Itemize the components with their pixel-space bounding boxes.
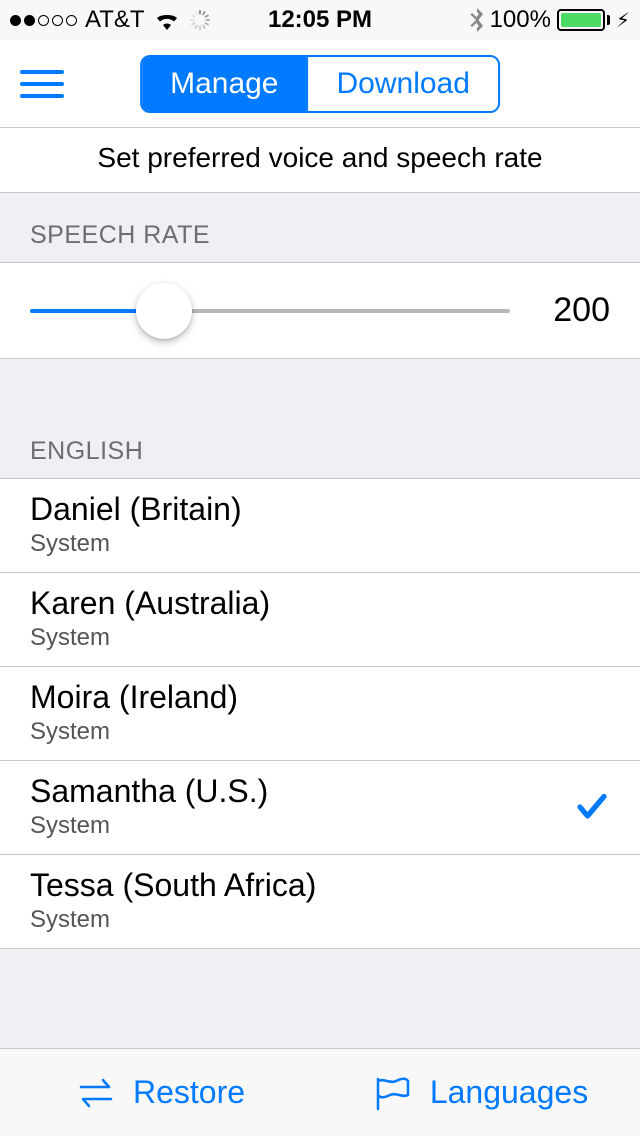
bluetooth-icon	[470, 8, 484, 32]
languages-label: Languages	[430, 1074, 588, 1111]
voice-name: Karen (Australia)	[30, 585, 270, 622]
restore-label: Restore	[133, 1074, 245, 1111]
voice-name: Daniel (Britain)	[30, 491, 242, 528]
signal-strength-icon	[10, 15, 77, 26]
voice-sublabel: System	[30, 906, 316, 934]
voice-sublabel: System	[30, 812, 268, 840]
voice-row-daniel[interactable]: Daniel (Britain) System	[0, 479, 640, 573]
status-left: AT&T	[10, 6, 211, 34]
voice-name: Moira (Ireland)	[30, 679, 238, 716]
battery-icon	[557, 9, 610, 31]
top-bar: Manage Download	[0, 40, 640, 128]
speech-rate-slider[interactable]	[30, 309, 510, 313]
voice-row-karen[interactable]: Karen (Australia) System	[0, 573, 640, 667]
clock: 12:05 PM	[268, 6, 372, 34]
restore-button[interactable]: Restore	[0, 1049, 320, 1136]
menu-button[interactable]	[20, 70, 64, 98]
voice-row-samantha[interactable]: Samantha (U.S.) System	[0, 761, 640, 855]
voice-row-moira[interactable]: Moira (Ireland) System	[0, 667, 640, 761]
bottom-toolbar: Restore Languages	[0, 1048, 640, 1136]
segmented-control: Manage Download	[140, 55, 500, 113]
page-subtitle: Set preferred voice and speech rate	[0, 128, 640, 193]
tab-manage[interactable]: Manage	[142, 57, 306, 111]
charging-icon: ⚡︎	[616, 8, 630, 33]
tab-download[interactable]: Download	[307, 57, 498, 111]
status-bar: AT&T 12:05 PM 100% ⚡︎	[0, 0, 640, 40]
battery-percent: 100%	[490, 6, 551, 34]
speech-rate-value: 200	[540, 291, 610, 330]
voice-sublabel: System	[30, 530, 242, 558]
voice-name: Samantha (U.S.)	[30, 773, 268, 810]
loading-spinner-icon	[189, 9, 211, 31]
speech-rate-row: 200	[0, 262, 640, 359]
voice-sublabel: System	[30, 624, 270, 652]
voices-header: ENGLISH	[0, 409, 640, 478]
restore-icon	[75, 1075, 117, 1111]
languages-button[interactable]: Languages	[320, 1049, 640, 1136]
carrier-label: AT&T	[85, 6, 145, 34]
slider-thumb[interactable]	[136, 283, 192, 339]
wifi-icon	[153, 10, 181, 30]
status-right: 100% ⚡︎	[470, 6, 630, 34]
voice-list: Daniel (Britain) System Karen (Australia…	[0, 478, 640, 949]
voice-sublabel: System	[30, 718, 238, 746]
voice-name: Tessa (South Africa)	[30, 867, 316, 904]
flag-icon	[372, 1075, 414, 1111]
voice-row-tessa[interactable]: Tessa (South Africa) System	[0, 855, 640, 949]
checkmark-icon	[574, 789, 610, 825]
speech-rate-header: SPEECH RATE	[0, 193, 640, 262]
